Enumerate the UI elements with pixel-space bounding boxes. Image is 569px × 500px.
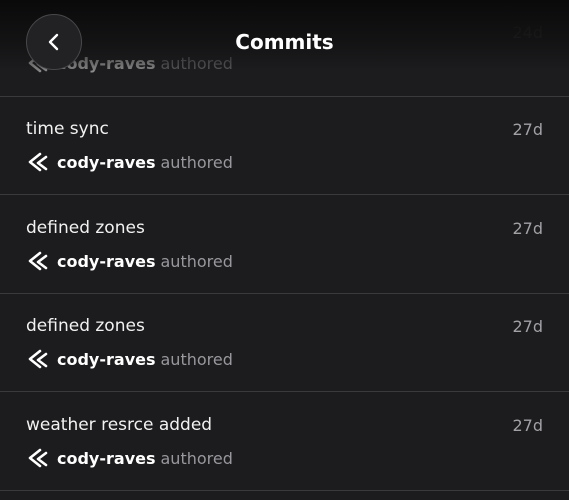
commit-age: 27d (512, 317, 543, 336)
commit-row[interactable]: defined zones 27d cody-raves authored (0, 294, 569, 392)
author-logo-icon (28, 349, 48, 369)
commit-title: weather resrce added (26, 415, 213, 435)
author-line: cody-raves authored (26, 448, 233, 468)
author-name[interactable]: cody-raves (57, 350, 156, 369)
author-logo-icon (28, 448, 48, 468)
author-verb: authored (160, 448, 233, 468)
commit-title: defined zones (26, 218, 145, 238)
author-name[interactable]: cody-raves (57, 153, 156, 172)
commit-row[interactable]: weather resrce added 27d cody-raves auth… (0, 393, 569, 491)
author-verb: authored (160, 349, 233, 369)
author-verb: authored (160, 251, 233, 271)
commit-age: 27d (512, 219, 543, 238)
commit-row[interactable]: time sync 27d cody-raves authored (0, 97, 569, 195)
author-name[interactable]: cody-raves (57, 449, 156, 468)
author-verb: authored (160, 152, 233, 172)
author-line: cody-raves authored (26, 152, 233, 172)
commit-title: defined zones (26, 316, 145, 336)
author-logo-icon (28, 152, 48, 172)
author-name[interactable]: cody-raves (57, 252, 156, 271)
commit-row[interactable]: defined zones 27d cody-raves authored (0, 196, 569, 294)
commit-age: 27d (512, 416, 543, 435)
commit-age: 27d (512, 120, 543, 139)
author-logo-icon (28, 251, 48, 271)
commit-title: time sync (26, 119, 109, 139)
author-line: cody-raves authored (26, 251, 233, 271)
author-line: cody-raves authored (26, 349, 233, 369)
page-title: Commits (235, 30, 334, 54)
